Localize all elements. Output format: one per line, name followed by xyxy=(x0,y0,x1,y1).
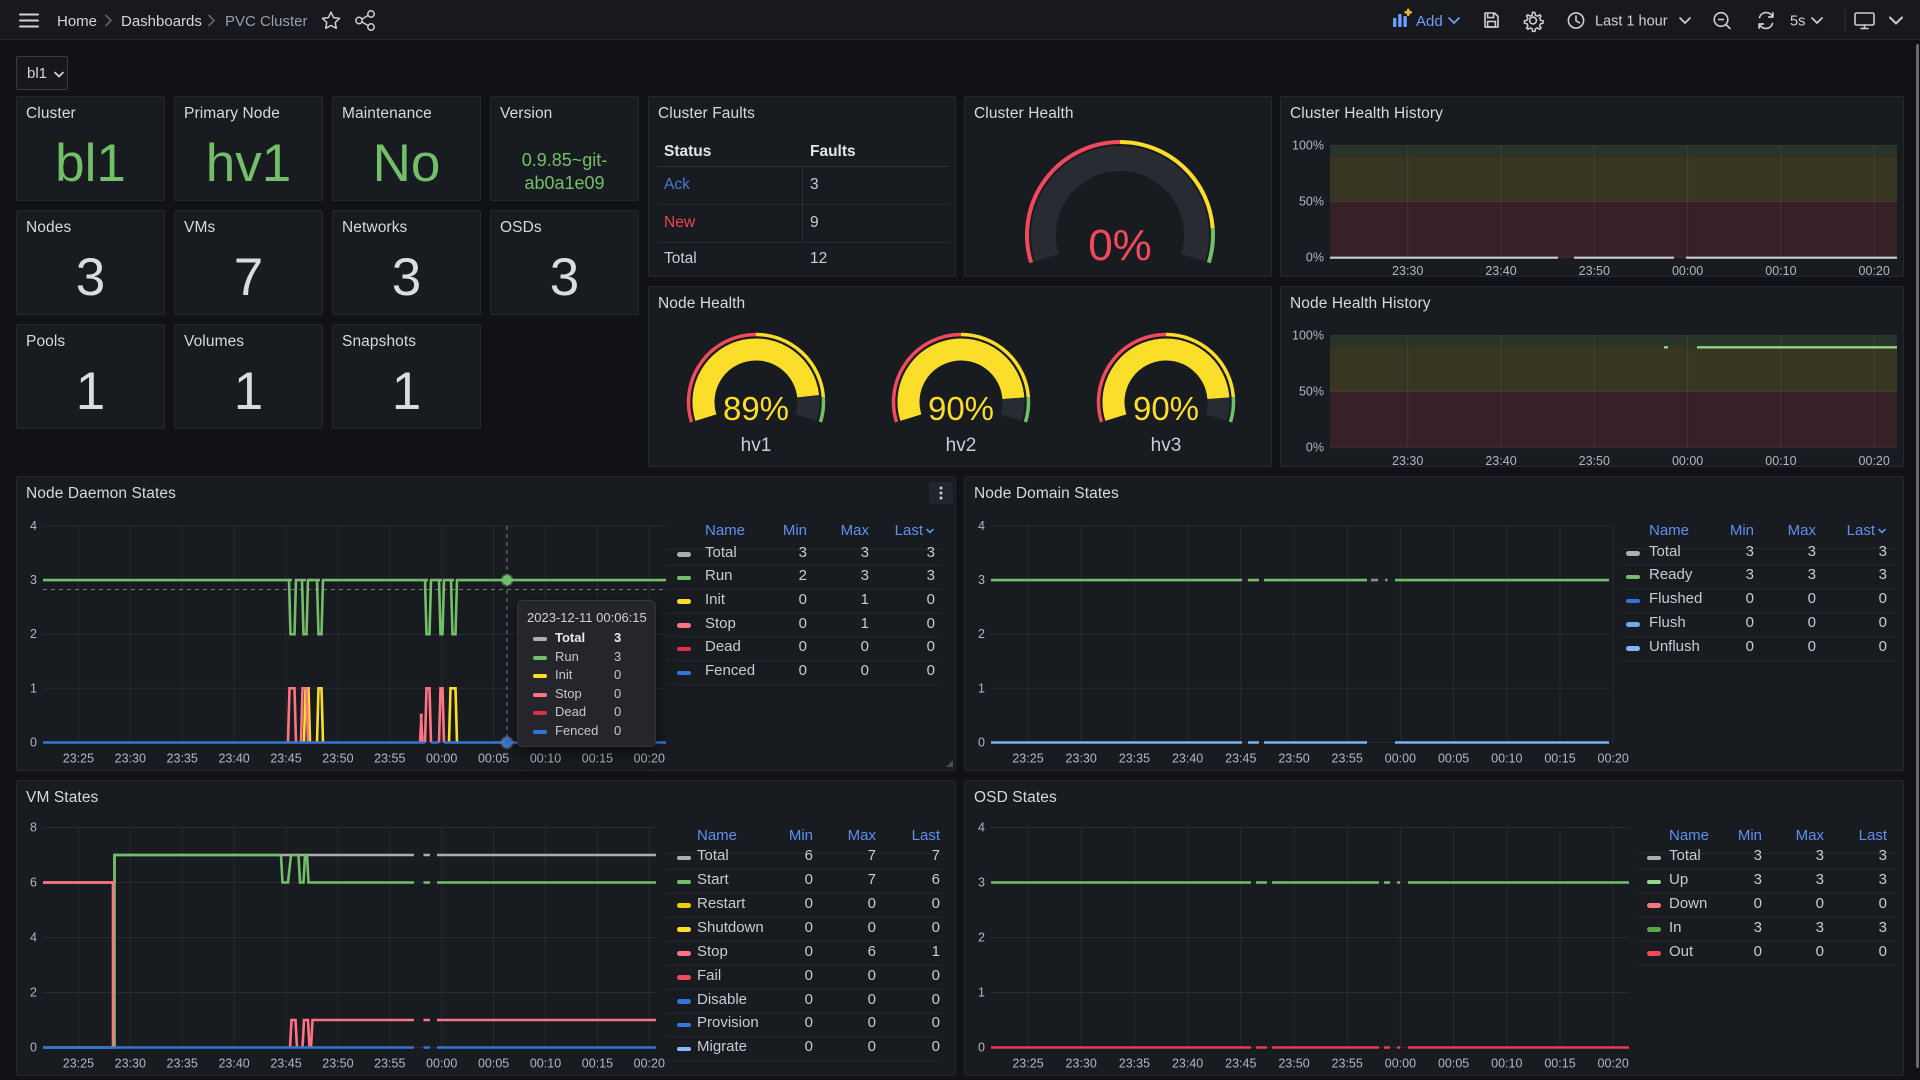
svg-text:23:55: 23:55 xyxy=(374,1057,405,1071)
svg-text:23:40: 23:40 xyxy=(1485,264,1516,276)
svg-text:00:00: 00:00 xyxy=(426,752,457,766)
svg-text:23:30: 23:30 xyxy=(1066,1057,1097,1071)
svg-text:100%: 100% xyxy=(1292,138,1324,152)
svg-text:00:00: 00:00 xyxy=(426,1057,457,1071)
svg-text:00:00: 00:00 xyxy=(1385,1057,1416,1071)
svg-text:0: 0 xyxy=(978,1041,985,1055)
svg-text:23:50: 23:50 xyxy=(1579,264,1610,276)
svg-text:23:35: 23:35 xyxy=(167,752,198,766)
svg-text:3: 3 xyxy=(978,573,985,587)
svg-text:23:30: 23:30 xyxy=(1392,454,1423,466)
svg-text:23:35: 23:35 xyxy=(1119,1057,1150,1071)
svg-text:00:15: 00:15 xyxy=(1544,1057,1575,1071)
svg-text:23:25: 23:25 xyxy=(1012,1057,1043,1071)
svg-text:Dashboards: Dashboards xyxy=(121,13,202,30)
svg-text:1: 1 xyxy=(978,681,985,695)
svg-text:1: 1 xyxy=(30,681,37,695)
svg-text:0: 0 xyxy=(30,1041,37,1055)
svg-text:23:30: 23:30 xyxy=(115,752,146,766)
svg-text:00:15: 00:15 xyxy=(582,1057,613,1071)
svg-text:90%: 90% xyxy=(1133,390,1199,427)
svg-text:Home: Home xyxy=(57,13,97,30)
svg-text:0%: 0% xyxy=(1306,441,1324,455)
svg-text:00:00: 00:00 xyxy=(1672,264,1703,276)
svg-text:2: 2 xyxy=(30,627,37,641)
svg-text:23:45: 23:45 xyxy=(270,1057,301,1071)
svg-text:23:40: 23:40 xyxy=(218,1057,249,1071)
svg-text:00:00: 00:00 xyxy=(1672,454,1703,466)
svg-text:00:20: 00:20 xyxy=(1598,1057,1629,1071)
svg-text:00:20: 00:20 xyxy=(1859,454,1890,466)
svg-text:23:50: 23:50 xyxy=(322,1057,353,1071)
svg-text:23:55: 23:55 xyxy=(1332,752,1363,766)
svg-text:hv1: hv1 xyxy=(741,435,772,456)
svg-text:00:20: 00:20 xyxy=(1859,264,1890,276)
svg-text:00:20: 00:20 xyxy=(634,752,665,766)
svg-text:23:35: 23:35 xyxy=(1119,752,1150,766)
svg-text:23:25: 23:25 xyxy=(63,752,94,766)
svg-text:23:55: 23:55 xyxy=(374,752,405,766)
svg-text:23:40: 23:40 xyxy=(1485,454,1516,466)
svg-text:23:30: 23:30 xyxy=(1392,264,1423,276)
svg-text:5s: 5s xyxy=(1790,14,1805,30)
svg-text:2: 2 xyxy=(30,986,37,1000)
svg-text:hv2: hv2 xyxy=(946,435,977,456)
svg-text:23:50: 23:50 xyxy=(1278,1057,1309,1071)
svg-text:90%: 90% xyxy=(928,390,994,427)
svg-text:3: 3 xyxy=(978,876,985,890)
svg-text:00:05: 00:05 xyxy=(1438,752,1469,766)
svg-text:00:10: 00:10 xyxy=(530,1057,561,1071)
svg-text:00:10: 00:10 xyxy=(1765,454,1796,466)
svg-text:4: 4 xyxy=(30,519,37,533)
svg-text:23:45: 23:45 xyxy=(1225,1057,1256,1071)
svg-text:0%: 0% xyxy=(1306,251,1324,265)
svg-text:1: 1 xyxy=(978,986,985,1000)
svg-text:6: 6 xyxy=(30,876,37,890)
svg-text:23:55: 23:55 xyxy=(1332,1057,1363,1071)
svg-text:23:50: 23:50 xyxy=(1579,454,1610,466)
svg-text:0: 0 xyxy=(30,736,37,750)
svg-text:2: 2 xyxy=(978,931,985,945)
svg-text:00:10: 00:10 xyxy=(530,752,561,766)
svg-text:00:00: 00:00 xyxy=(1385,752,1416,766)
svg-text:00:05: 00:05 xyxy=(478,1057,509,1071)
svg-text:00:20: 00:20 xyxy=(1598,752,1629,766)
svg-text:23:40: 23:40 xyxy=(218,752,249,766)
svg-text:PVC Cluster: PVC Cluster xyxy=(225,13,308,30)
svg-text:23:30: 23:30 xyxy=(1066,752,1097,766)
svg-text:50%: 50% xyxy=(1299,195,1324,209)
svg-text:23:25: 23:25 xyxy=(63,1057,94,1071)
svg-text:89%: 89% xyxy=(723,390,789,427)
svg-text:00:15: 00:15 xyxy=(582,752,613,766)
svg-text:4: 4 xyxy=(978,821,985,835)
svg-text:00:15: 00:15 xyxy=(1544,752,1575,766)
svg-text:100%: 100% xyxy=(1292,328,1324,342)
svg-text:23:50: 23:50 xyxy=(322,752,353,766)
svg-text:4: 4 xyxy=(30,931,37,945)
svg-text:00:05: 00:05 xyxy=(478,752,509,766)
svg-text:23:40: 23:40 xyxy=(1172,1057,1203,1071)
svg-text:8: 8 xyxy=(30,821,37,835)
svg-text:00:10: 00:10 xyxy=(1491,1057,1522,1071)
svg-text:4: 4 xyxy=(978,519,985,533)
svg-text:23:25: 23:25 xyxy=(1012,752,1043,766)
svg-text:0: 0 xyxy=(978,736,985,750)
svg-text:Add: Add xyxy=(1416,13,1443,30)
svg-text:00:10: 00:10 xyxy=(1765,264,1796,276)
svg-text:00:10: 00:10 xyxy=(1491,752,1522,766)
svg-text:00:05: 00:05 xyxy=(1438,1057,1469,1071)
svg-text:2: 2 xyxy=(978,627,985,641)
svg-text:23:35: 23:35 xyxy=(167,1057,198,1071)
svg-text:00:20: 00:20 xyxy=(634,1057,665,1071)
svg-text:hv3: hv3 xyxy=(1151,435,1182,456)
svg-text:23:40: 23:40 xyxy=(1172,752,1203,766)
svg-text:3: 3 xyxy=(30,573,37,587)
svg-text:50%: 50% xyxy=(1299,385,1324,399)
svg-text:23:50: 23:50 xyxy=(1278,752,1309,766)
svg-text:23:45: 23:45 xyxy=(270,752,301,766)
svg-text:23:45: 23:45 xyxy=(1225,752,1256,766)
svg-text:0%: 0% xyxy=(1088,221,1152,270)
svg-text:23:30: 23:30 xyxy=(115,1057,146,1071)
svg-text:Last 1 hour: Last 1 hour xyxy=(1595,14,1668,30)
